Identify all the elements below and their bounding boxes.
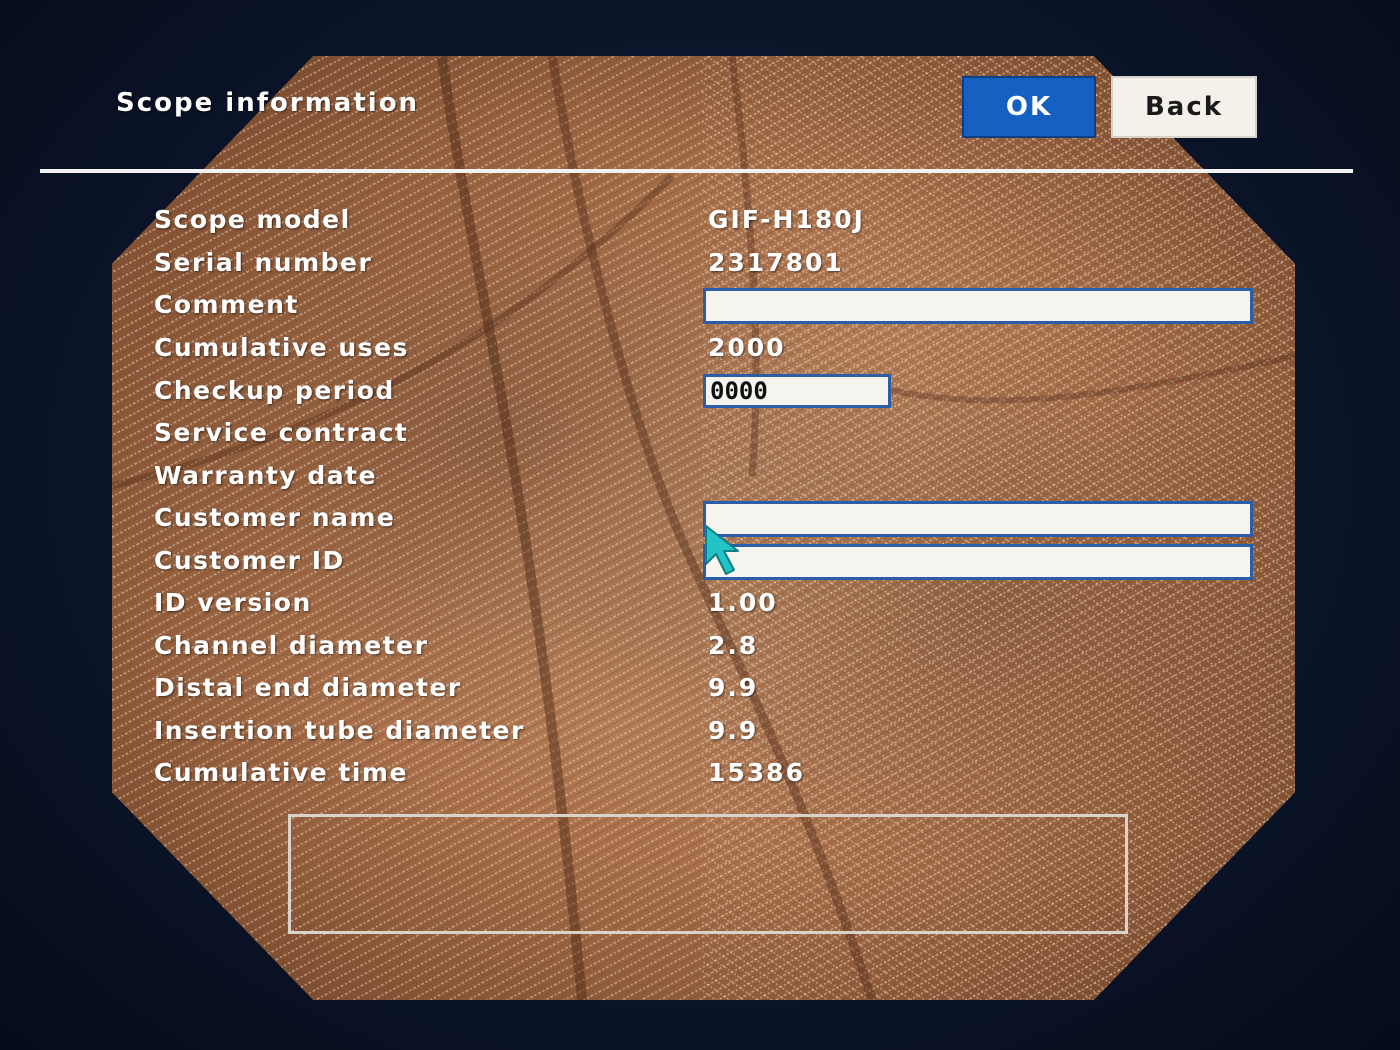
cumulative-time-value: 15386 [708, 758, 805, 787]
customer-id-label: Customer ID [154, 546, 345, 575]
scope-model-value: GIF-H180J [708, 205, 865, 234]
cumulative-uses-label: Cumulative uses [154, 333, 409, 362]
service-contract-label: Service contract [154, 418, 409, 447]
customer-id-field[interactable] [703, 544, 1253, 580]
header-divider [40, 169, 1353, 173]
channel-diameter-value: 2.8 [708, 631, 759, 660]
serial-number-label: Serial number [154, 248, 373, 277]
comment-label: Comment [154, 290, 299, 319]
insertion-tube-diameter-label: Insertion tube diameter [154, 716, 525, 745]
message-box [288, 814, 1128, 934]
serial-number-value: 2317801 [708, 248, 844, 277]
checkup-period-label: Checkup period [154, 376, 395, 405]
scope-model-label: Scope model [154, 205, 351, 234]
insertion-tube-diameter-value: 9.9 [708, 716, 759, 745]
warranty-date-label: Warranty date [154, 461, 378, 490]
checkup-period-field[interactable] [703, 374, 891, 408]
id-version-label: ID version [154, 588, 312, 617]
distal-end-diameter-value: 9.9 [708, 673, 759, 702]
comment-field[interactable] [703, 288, 1253, 324]
ok-button[interactable]: OK [962, 76, 1096, 138]
page-title: Scope information [116, 88, 420, 118]
id-version-value: 1.00 [708, 588, 778, 617]
cumulative-time-label: Cumulative time [154, 758, 408, 787]
customer-name-field[interactable] [703, 501, 1253, 537]
distal-end-diameter-label: Distal end diameter [154, 673, 462, 702]
mouse-pointer-icon [704, 524, 756, 578]
channel-diameter-label: Channel diameter [154, 631, 429, 660]
back-button[interactable]: Back [1111, 76, 1257, 138]
cumulative-uses-value: 2000 [708, 333, 786, 362]
customer-name-label: Customer name [154, 503, 396, 532]
